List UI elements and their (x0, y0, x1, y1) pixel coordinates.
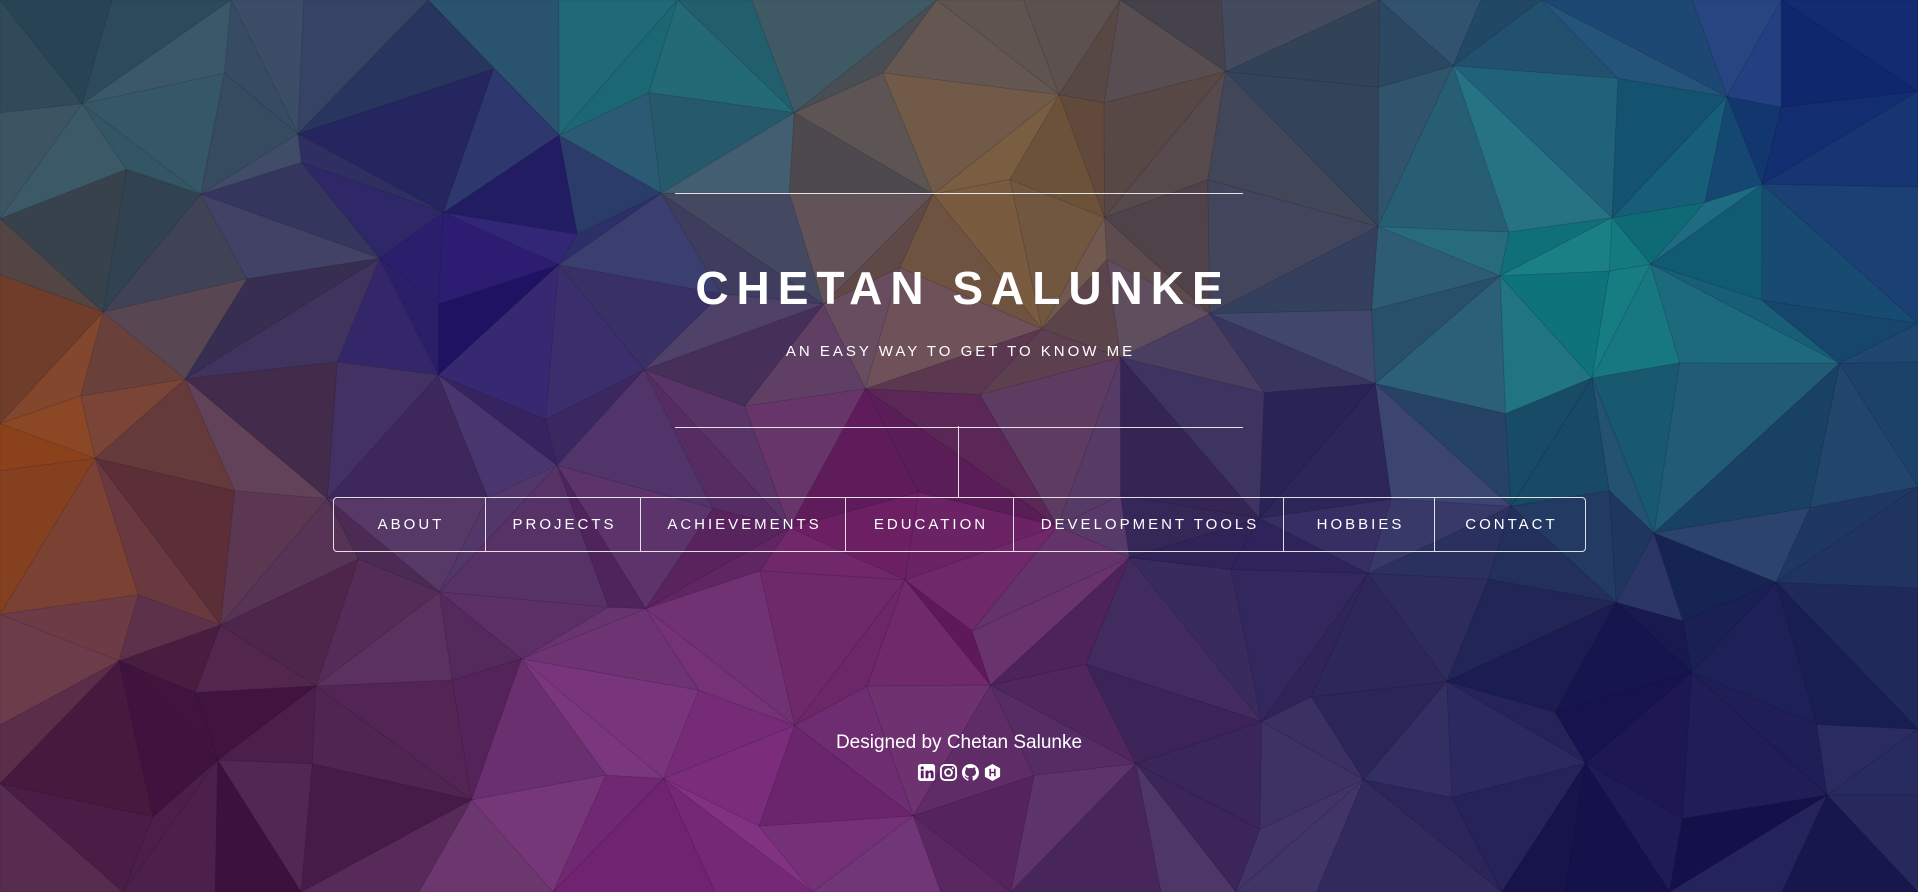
nav-achievements[interactable]: ACHIEVEMENTS (640, 498, 845, 551)
header-nav-connector (958, 426, 959, 497)
footer-credit: Designed by Chetan Salunke (835, 732, 1083, 753)
social-icons (0, 763, 1918, 782)
nav-development-tools[interactable]: DEVELOPMENT TOOLS (1013, 498, 1283, 551)
nav-contact[interactable]: CONTACT (1434, 498, 1585, 551)
instagram-icon[interactable] (939, 763, 958, 782)
nav-about[interactable]: ABOUT (334, 498, 485, 551)
nav-education[interactable]: EDUCATION (845, 498, 1013, 551)
github-icon[interactable] (961, 763, 980, 782)
hackerrank-icon[interactable] (983, 763, 1002, 782)
main-nav: ABOUT PROJECTS ACHIEVEMENTS EDUCATION DE… (333, 497, 1586, 552)
nav-hobbies[interactable]: HOBBIES (1283, 498, 1434, 551)
site-subtitle: AN EASY WAY TO GET TO KNOW ME (785, 343, 1136, 360)
nav-projects[interactable]: PROJECTS (485, 498, 640, 551)
site-title: CHETAN SALUNKE (695, 262, 1231, 314)
linkedin-icon[interactable] (917, 763, 936, 782)
hero-header: CHETAN SALUNKE AN EASY WAY TO GET TO KNO… (675, 193, 1243, 428)
footer: Designed by Chetan Salunke (0, 730, 1918, 782)
